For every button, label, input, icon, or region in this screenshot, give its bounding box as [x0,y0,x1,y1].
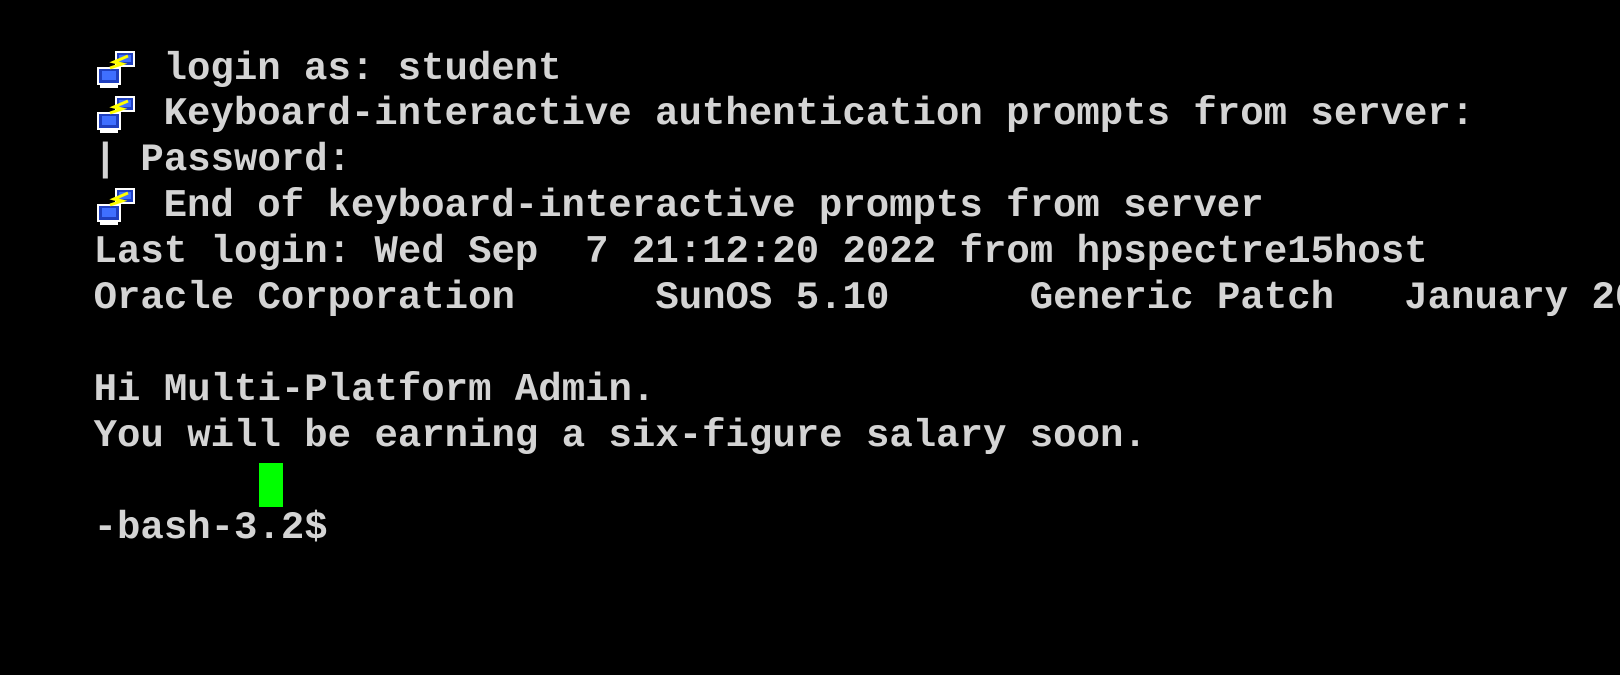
terminal-line: Keyboard-interactive authentication prom… [0,45,1620,136]
terminal-line: End of keyboard-interactive prompts from… [0,137,1620,228]
terminal-line: login as: student [0,0,1620,91]
terminal-line: Hi Multi-Platform Admin. [0,321,1620,412]
terminal-line: Oracle Corporation SunOS 5.10 Generic Pa… [0,229,1620,320]
terminal-line: | Password: [0,91,1620,182]
terminal-window[interactable]: login as: student Keyboard-interactive a… [0,0,1620,675]
shell-prompt: -bash-3.2$ [93,506,352,550]
shell-prompt-line[interactable]: -bash-3.2$ [0,459,1620,550]
terminal-line: Last login: Wed Sep 7 21:12:20 2022 from… [0,183,1620,274]
terminal-line: You will be earning a six-figure salary … [0,367,1620,458]
text-cursor [259,463,283,507]
